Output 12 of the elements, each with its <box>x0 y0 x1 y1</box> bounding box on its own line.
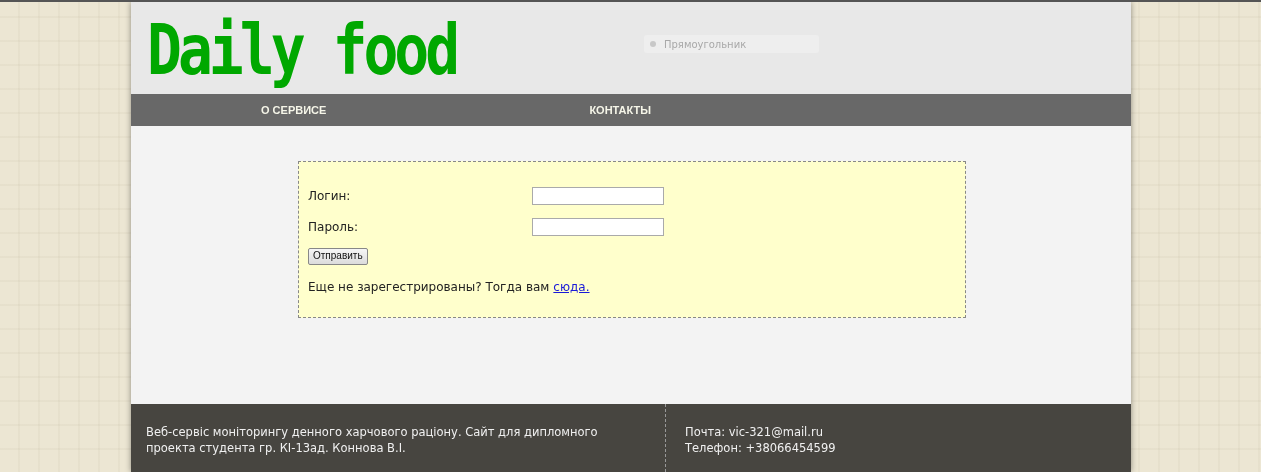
register-link[interactable]: сюда. <box>553 278 590 296</box>
input-field[interactable] <box>532 217 664 236</box>
footer-email: Почта: vic-321@mail.ru <box>685 424 824 440</box>
field-label: Логин: <box>308 187 352 205</box>
field-label: Пароль: <box>308 218 360 236</box>
submit-button[interactable]: Отправить <box>308 247 368 265</box>
footer-phone: Телефон: +38066454599 <box>685 440 836 456</box>
input-field[interactable] <box>532 186 664 205</box>
nav-link[interactable]: КОНТАКТЫ <box>589 101 652 119</box>
footer-about: Веб-сервіс моніторингу денного харчового раціону. Сайт для дипломного проекта студента гр. КІ-13ад. Коннова В.І. <box>146 424 599 456</box>
register-prompt: Еще не зарегестрированы? Тогда вам <box>308 279 550 296</box>
nav-link[interactable]: О СЕРВИСЕ <box>261 101 327 119</box>
